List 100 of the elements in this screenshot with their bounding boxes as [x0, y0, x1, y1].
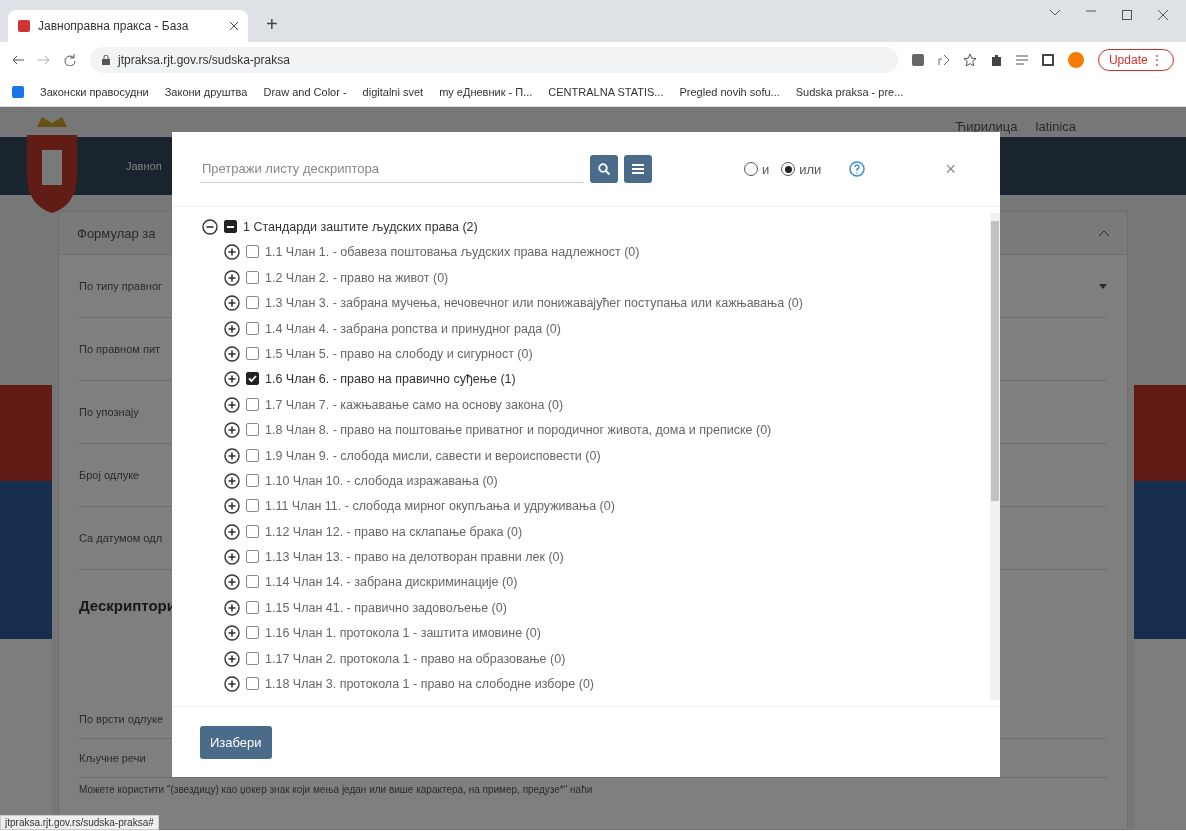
- avatar-icon[interactable]: [1067, 52, 1084, 68]
- expand-icon[interactable]: [224, 549, 240, 566]
- dropdown-caret-icon[interactable]: [1099, 283, 1107, 289]
- expand-icon[interactable]: [224, 676, 240, 693]
- checkbox[interactable]: [246, 397, 259, 411]
- expand-icon[interactable]: [224, 269, 240, 286]
- checkbox[interactable]: [246, 321, 259, 335]
- list-button[interactable]: [624, 155, 652, 183]
- bookmark-link[interactable]: Sudska praksa - pre...: [795, 86, 904, 98]
- collapse-icon[interactable]: [202, 219, 218, 235]
- sidebar-icon[interactable]: [1041, 54, 1054, 66]
- lock-icon: [102, 55, 110, 65]
- close-button[interactable]: ×: [945, 158, 956, 180]
- checkbox[interactable]: [246, 575, 259, 589]
- browser-tab[interactable]: Јавноправна пракса - База: [8, 10, 248, 42]
- bookmark-link[interactable]: CENTRALNA STATIS...: [548, 86, 664, 98]
- language-link[interactable]: latinica: [1035, 119, 1076, 137]
- chevron-down-icon[interactable]: [1050, 10, 1060, 16]
- checkbox[interactable]: [246, 346, 259, 360]
- back-arrow-icon[interactable]: [12, 55, 24, 65]
- language-link[interactable]: Ћирилица: [955, 119, 1018, 137]
- expand-icon[interactable]: [224, 523, 240, 540]
- tree-item-label[interactable]: 1.18 Члан 3. протокола 1 - право на слободне изборе (0): [265, 676, 594, 693]
- tree-item-label[interactable]: 1.8 Члан 8. - право на поштовање приватног и породичног живота, дома и преписке (0): [265, 422, 772, 439]
- close-icon[interactable]: [1158, 10, 1168, 20]
- tree-item-label[interactable]: 1.14 Члан 14. - забрана дискриминације (0): [265, 574, 518, 591]
- bookmark-link[interactable]: Pregled novih sofu...: [679, 86, 780, 98]
- update-button[interactable]: Update ⋮: [1097, 49, 1174, 71]
- checkbox[interactable]: [246, 448, 259, 462]
- checkbox[interactable]: [246, 677, 259, 691]
- expand-icon[interactable]: [224, 625, 240, 642]
- address-bar[interactable]: jtpraksa.rjt.gov.rs/sudska-praksa: [90, 47, 898, 73]
- expand-icon[interactable]: [224, 498, 240, 515]
- new-tab-button[interactable]: +: [258, 13, 286, 42]
- field-label: По врсти одлуке: [79, 713, 164, 725]
- tree-item-label[interactable]: 1.12 Члан 12. - право на склапање брака (0): [265, 523, 523, 540]
- help-text: Можете користити "(звездицу) као џокер знак који мења један или више карактера, на пример, предузе*" наћи: [79, 784, 593, 795]
- field-label: Број одлуке: [79, 469, 140, 481]
- expand-icon[interactable]: [224, 396, 240, 413]
- tree-item-label[interactable]: 1.11 Члан 11. - слобода мирног окупљања и удруживања (0): [265, 498, 615, 515]
- tree-item-label[interactable]: 1.1 Члан 1. - обавеза поштовања људских права надлежност (0): [265, 244, 640, 261]
- expand-icon[interactable]: [224, 244, 240, 261]
- menu-icon[interactable]: ⋮: [1151, 53, 1163, 67]
- tree-item-label[interactable]: 1.17 Члан 2. протокола 1 - право на образовање (0): [265, 650, 566, 667]
- checkbox[interactable]: [224, 220, 237, 233]
- tree-item-label[interactable]: 1.6 Члан 6. - право на правично суђење (1): [265, 371, 516, 388]
- scrollbar[interactable]: [990, 213, 1000, 700]
- expand-icon[interactable]: [224, 650, 240, 667]
- expand-icon[interactable]: [224, 345, 240, 362]
- checkbox[interactable]: [246, 296, 259, 310]
- maximize-icon[interactable]: [1122, 10, 1132, 20]
- minus-icon: [227, 225, 234, 228]
- field-label: Кључне речи: [79, 752, 146, 764]
- checkbox[interactable]: [246, 372, 259, 386]
- radio-label: и: [762, 161, 770, 177]
- expand-icon[interactable]: [224, 371, 240, 388]
- bookmark-link[interactable]: Законски правосудни: [40, 86, 149, 98]
- tree-item-label[interactable]: 1.5 Члан 5. - право на слободу и сигурност (0): [265, 345, 533, 362]
- expand-icon[interactable]: [224, 599, 240, 616]
- checkbox[interactable]: [246, 473, 259, 487]
- help-icon[interactable]: [849, 161, 866, 177]
- share-icon[interactable]: [937, 54, 950, 66]
- tree-item-label[interactable]: 1.15 Члан 41. - правично задовољење (0): [265, 599, 507, 616]
- tree-item-label[interactable]: 1.13 Члан 13. - право на делотворан правни лек (0): [265, 549, 564, 566]
- bookmark-link[interactable]: digitalni svet: [362, 86, 424, 98]
- checkmark-icon: [248, 375, 257, 383]
- bookmark-link[interactable]: my eДневник - П...: [439, 86, 533, 98]
- tree-item-label[interactable]: 1.7 Члан 7. - кажњавање само на основу закона (0): [265, 396, 564, 413]
- expand-icon[interactable]: [224, 472, 240, 489]
- tree-item-label[interactable]: 1.9 Члан 9. - слобода мисли, савести и вероисповести (0): [265, 447, 601, 464]
- search-button[interactable]: [590, 155, 618, 183]
- close-icon[interactable]: [230, 22, 238, 30]
- select-button[interactable]: Изабери: [200, 725, 272, 759]
- expand-icon[interactable]: [224, 295, 240, 312]
- expand-icon[interactable]: [224, 320, 240, 337]
- tree-item-label[interactable]: 1 Стандарди заштите људских права (2): [243, 219, 478, 235]
- tree-item-label[interactable]: 1.16 Члан 1. протокола 1 - заштита имовине (0): [265, 625, 541, 642]
- tree-item-label[interactable]: 1.4 Члан 4. - забрана ропства и принудног рада (0): [265, 320, 561, 337]
- checkbox[interactable]: [246, 270, 259, 284]
- checkbox[interactable]: [246, 423, 259, 437]
- checkbox[interactable]: [246, 499, 259, 513]
- expand-icon[interactable]: [224, 447, 240, 464]
- checkbox[interactable]: [246, 524, 259, 538]
- chevron-up-icon[interactable]: [1099, 230, 1109, 236]
- bookmark-link[interactable]: Draw and Color -: [263, 86, 347, 98]
- checkbox[interactable]: [246, 651, 259, 665]
- tree-item-label[interactable]: 1.10 Члан 10. - слобода изражавања (0): [265, 472, 498, 489]
- flag-icon: [18, 20, 30, 32]
- checkbox[interactable]: [246, 550, 259, 564]
- section-heading: Дескриптори: [79, 596, 176, 614]
- expand-icon[interactable]: [224, 422, 240, 439]
- expand-icon[interactable]: [224, 574, 240, 591]
- star-icon[interactable]: [963, 54, 976, 66]
- tree-item-label[interactable]: 1.2 Члан 2. - право на живот (0): [265, 269, 449, 286]
- tree-item-label[interactable]: 1.3 Члан 3. - забрана мучења, нечовечног или понижавајућег поступања или кажњавања (0): [265, 295, 803, 312]
- bookmark-link[interactable]: Закони друштва: [164, 86, 248, 98]
- checkbox[interactable]: [246, 626, 259, 640]
- checkbox[interactable]: [246, 245, 259, 259]
- reload-icon[interactable]: [64, 54, 76, 66]
- checkbox[interactable]: [246, 600, 259, 614]
